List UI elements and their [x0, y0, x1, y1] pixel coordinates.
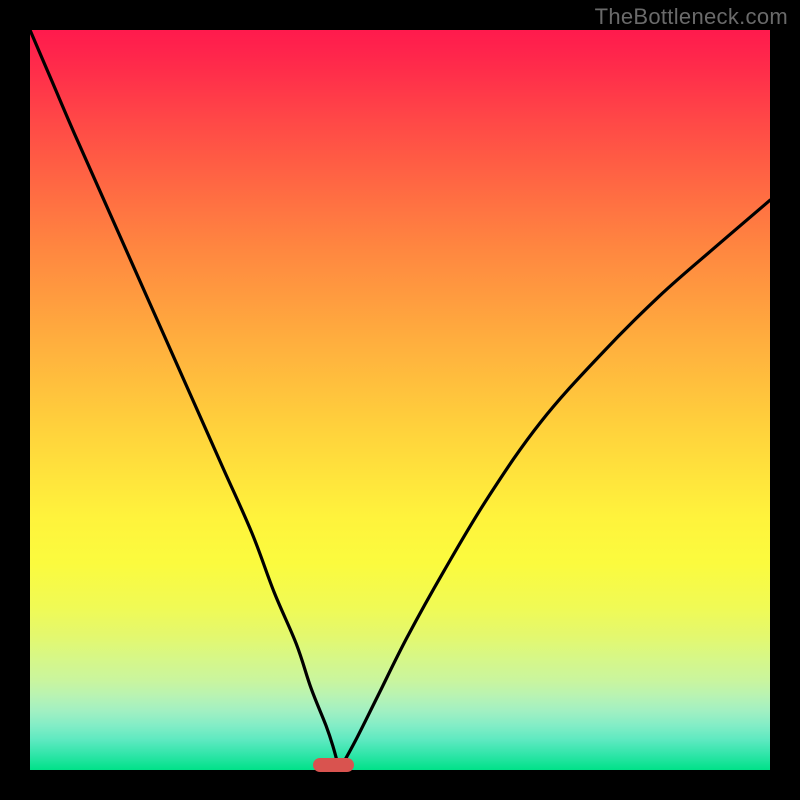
bottleneck-marker	[313, 758, 354, 772]
bottleneck-curve-svg	[30, 30, 770, 770]
curve-right	[339, 200, 770, 770]
chart-frame: TheBottleneck.com	[0, 0, 800, 800]
curve-left	[30, 30, 339, 770]
watermark-text: TheBottleneck.com	[595, 4, 788, 30]
